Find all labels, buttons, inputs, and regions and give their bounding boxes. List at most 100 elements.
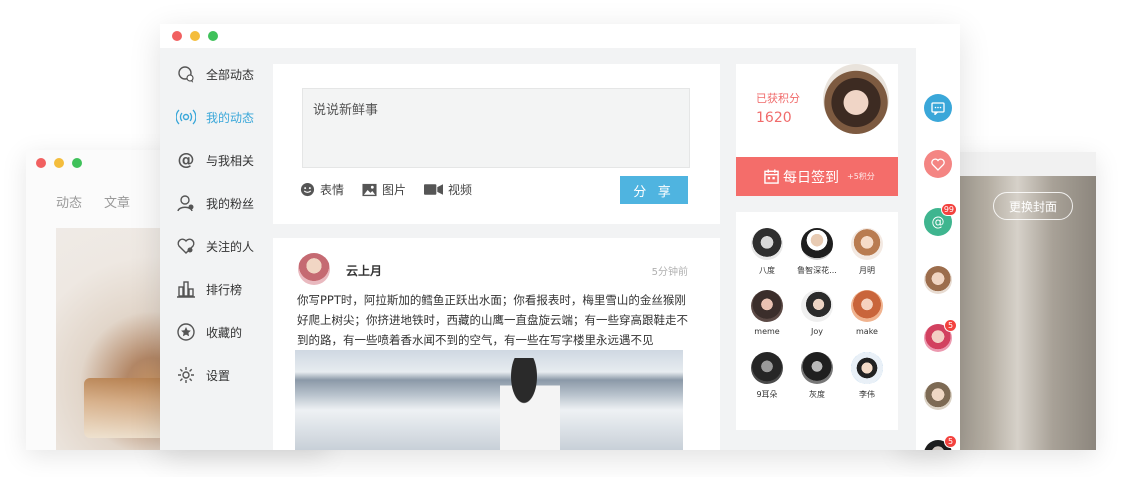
maximize-dot-icon[interactable] — [72, 158, 82, 168]
feed-post: 云上月 5分钟前 你写PPT时，阿拉斯加的鳕鱼正跃出水面；你看报表时，梅里雪山的… — [273, 238, 720, 450]
sidebar-item-all[interactable]: 全部动态 — [176, 64, 254, 84]
sidebar-item-following[interactable]: 关注的人 — [176, 236, 254, 256]
composer-tools: 表情 图片 视频 — [300, 181, 472, 198]
close-dot-icon[interactable] — [36, 158, 46, 168]
post-author-avatar[interactable] — [298, 253, 330, 285]
friend-avatar — [851, 290, 883, 322]
heart-user-icon — [176, 236, 196, 256]
friend-item[interactable]: 灰度 — [795, 352, 839, 400]
friend-item[interactable]: 八度 — [745, 228, 789, 276]
video-tool[interactable]: 视频 — [424, 181, 472, 198]
tab-dongtai[interactable]: 动态 — [56, 192, 82, 211]
daily-checkin-button[interactable]: 每日签到 +5积分 — [736, 157, 898, 196]
friend-name: make — [856, 327, 878, 336]
mentions-button[interactable]: @ 99 — [924, 203, 957, 236]
sidebar-item-label: 全部动态 — [206, 67, 255, 82]
friend-avatar — [751, 352, 783, 384]
sidebar-item-favorites[interactable]: 收藏的 — [176, 322, 242, 342]
right-rail: @ 99 5 5 — [916, 48, 960, 450]
friend-avatar — [851, 228, 883, 260]
friends-grid: 八度 鲁智深花... 月明 meme Joy make 9耳朵 灰度 李伟 — [736, 212, 898, 430]
friend-item[interactable]: 月明 — [845, 228, 889, 276]
contact-avatar[interactable] — [924, 266, 952, 294]
contact-avatar[interactable]: 5 — [924, 435, 957, 450]
post-time: 5分钟前 — [651, 267, 688, 278]
video-icon — [424, 184, 444, 195]
emoji-tool-label: 表情 — [320, 183, 345, 197]
sidebar-item-ranking[interactable]: 排行榜 — [176, 279, 242, 299]
change-cover-button[interactable]: 更换封面 — [993, 192, 1073, 220]
at-sign-icon: @ — [177, 150, 195, 170]
contact-avatar[interactable]: 5 — [924, 319, 957, 352]
sidebar-item-label: 排行榜 — [206, 282, 243, 297]
sidebar-item-settings[interactable]: 设置 — [176, 365, 230, 385]
composer-input[interactable]: 说说新鲜事 — [302, 88, 690, 168]
checkin-label: 每日签到 — [783, 169, 839, 186]
post-author-name[interactable]: 云上月 — [346, 262, 382, 279]
main-window: 全部动态 我的动态 @ 与我相关 我的粉丝 关注的人 排行榜 收藏的 设置 说说… — [160, 24, 960, 450]
sidebar-item-label: 关注的人 — [206, 239, 255, 254]
heart-icon — [931, 157, 945, 171]
smiley-icon — [300, 182, 315, 197]
friend-item[interactable]: 鲁智深花... — [795, 228, 839, 276]
friend-avatar — [801, 228, 833, 260]
app-stage: 动态 文章 更换封面 全部动态 我的动态 @ 与我相关 我的粉丝 关注的人 排行… — [0, 0, 1122, 477]
emoji-tool[interactable]: 表情 — [300, 181, 344, 198]
broadcast-icon — [176, 107, 196, 127]
maximize-dot-icon[interactable] — [208, 31, 218, 41]
back-tabs: 动态 文章 — [56, 192, 130, 211]
sidebar-item-fans[interactable]: 我的粉丝 — [176, 193, 254, 213]
video-tool-label: 视频 — [448, 183, 473, 197]
image-tool[interactable]: 图片 — [362, 181, 406, 198]
friend-avatar — [751, 290, 783, 322]
friend-item[interactable]: meme — [745, 290, 789, 336]
post-photo[interactable] — [295, 350, 683, 450]
sidebar-item-mentions[interactable]: @ 与我相关 — [176, 150, 255, 170]
friend-name: 鲁智深花... — [797, 266, 837, 275]
points-card: 已获积分 1620 每日签到 +5积分 — [736, 64, 898, 196]
sidebar-item-label: 设置 — [206, 368, 231, 383]
image-icon — [362, 183, 377, 196]
friend-name: 灰度 — [809, 390, 825, 399]
share-button[interactable]: 分 享 — [620, 176, 688, 204]
contact-badge: 5 — [944, 435, 957, 448]
points-value: 1620 — [756, 110, 792, 126]
sidebar-item-label: 收藏的 — [206, 325, 243, 340]
friend-item[interactable]: 9耳朵 — [745, 352, 789, 400]
friend-avatar — [851, 352, 883, 384]
friend-item[interactable]: Joy — [795, 290, 839, 336]
image-tool-label: 图片 — [382, 183, 407, 197]
contact-badge: 5 — [944, 319, 957, 332]
photo-figure — [500, 358, 560, 450]
friend-name: Joy — [811, 327, 823, 336]
sidebar: 全部动态 我的动态 @ 与我相关 我的粉丝 关注的人 排行榜 收藏的 设置 — [160, 48, 273, 450]
friend-item[interactable]: make — [845, 290, 889, 336]
gear-icon — [176, 365, 196, 385]
sidebar-item-label: 我的动态 — [206, 110, 255, 125]
friend-name: 八度 — [759, 266, 775, 275]
friend-name: 月明 — [859, 266, 875, 275]
friend-name: meme — [754, 327, 780, 336]
chat-bubbles-icon — [176, 64, 196, 84]
points-label: 已获积分 — [756, 92, 800, 105]
star-icon — [176, 322, 196, 342]
messages-button[interactable] — [924, 94, 952, 122]
tab-wenzhang[interactable]: 文章 — [104, 192, 130, 211]
sidebar-item-label: 与我相关 — [206, 153, 255, 168]
mentions-badge: 99 — [940, 203, 957, 216]
user-icon — [176, 193, 196, 213]
window-controls — [160, 24, 960, 48]
sidebar-item-mine[interactable]: 我的动态 — [176, 107, 254, 127]
minimize-dot-icon[interactable] — [190, 31, 200, 41]
at-icon: @ — [931, 214, 945, 230]
contact-avatar[interactable] — [924, 382, 952, 410]
user-avatar[interactable] — [823, 64, 889, 134]
message-icon — [931, 101, 945, 115]
bar-chart-icon — [176, 279, 196, 299]
post-text: 你写PPT时，阿拉斯加的鳕鱼正跃出水面；你看报表时，梅里雪山的金丝猴刚好爬上树尖… — [297, 293, 688, 347]
minimize-dot-icon[interactable] — [54, 158, 64, 168]
likes-button[interactable] — [924, 150, 952, 178]
friend-item[interactable]: 李伟 — [845, 352, 889, 400]
close-dot-icon[interactable] — [172, 31, 182, 41]
friend-avatar — [801, 290, 833, 322]
